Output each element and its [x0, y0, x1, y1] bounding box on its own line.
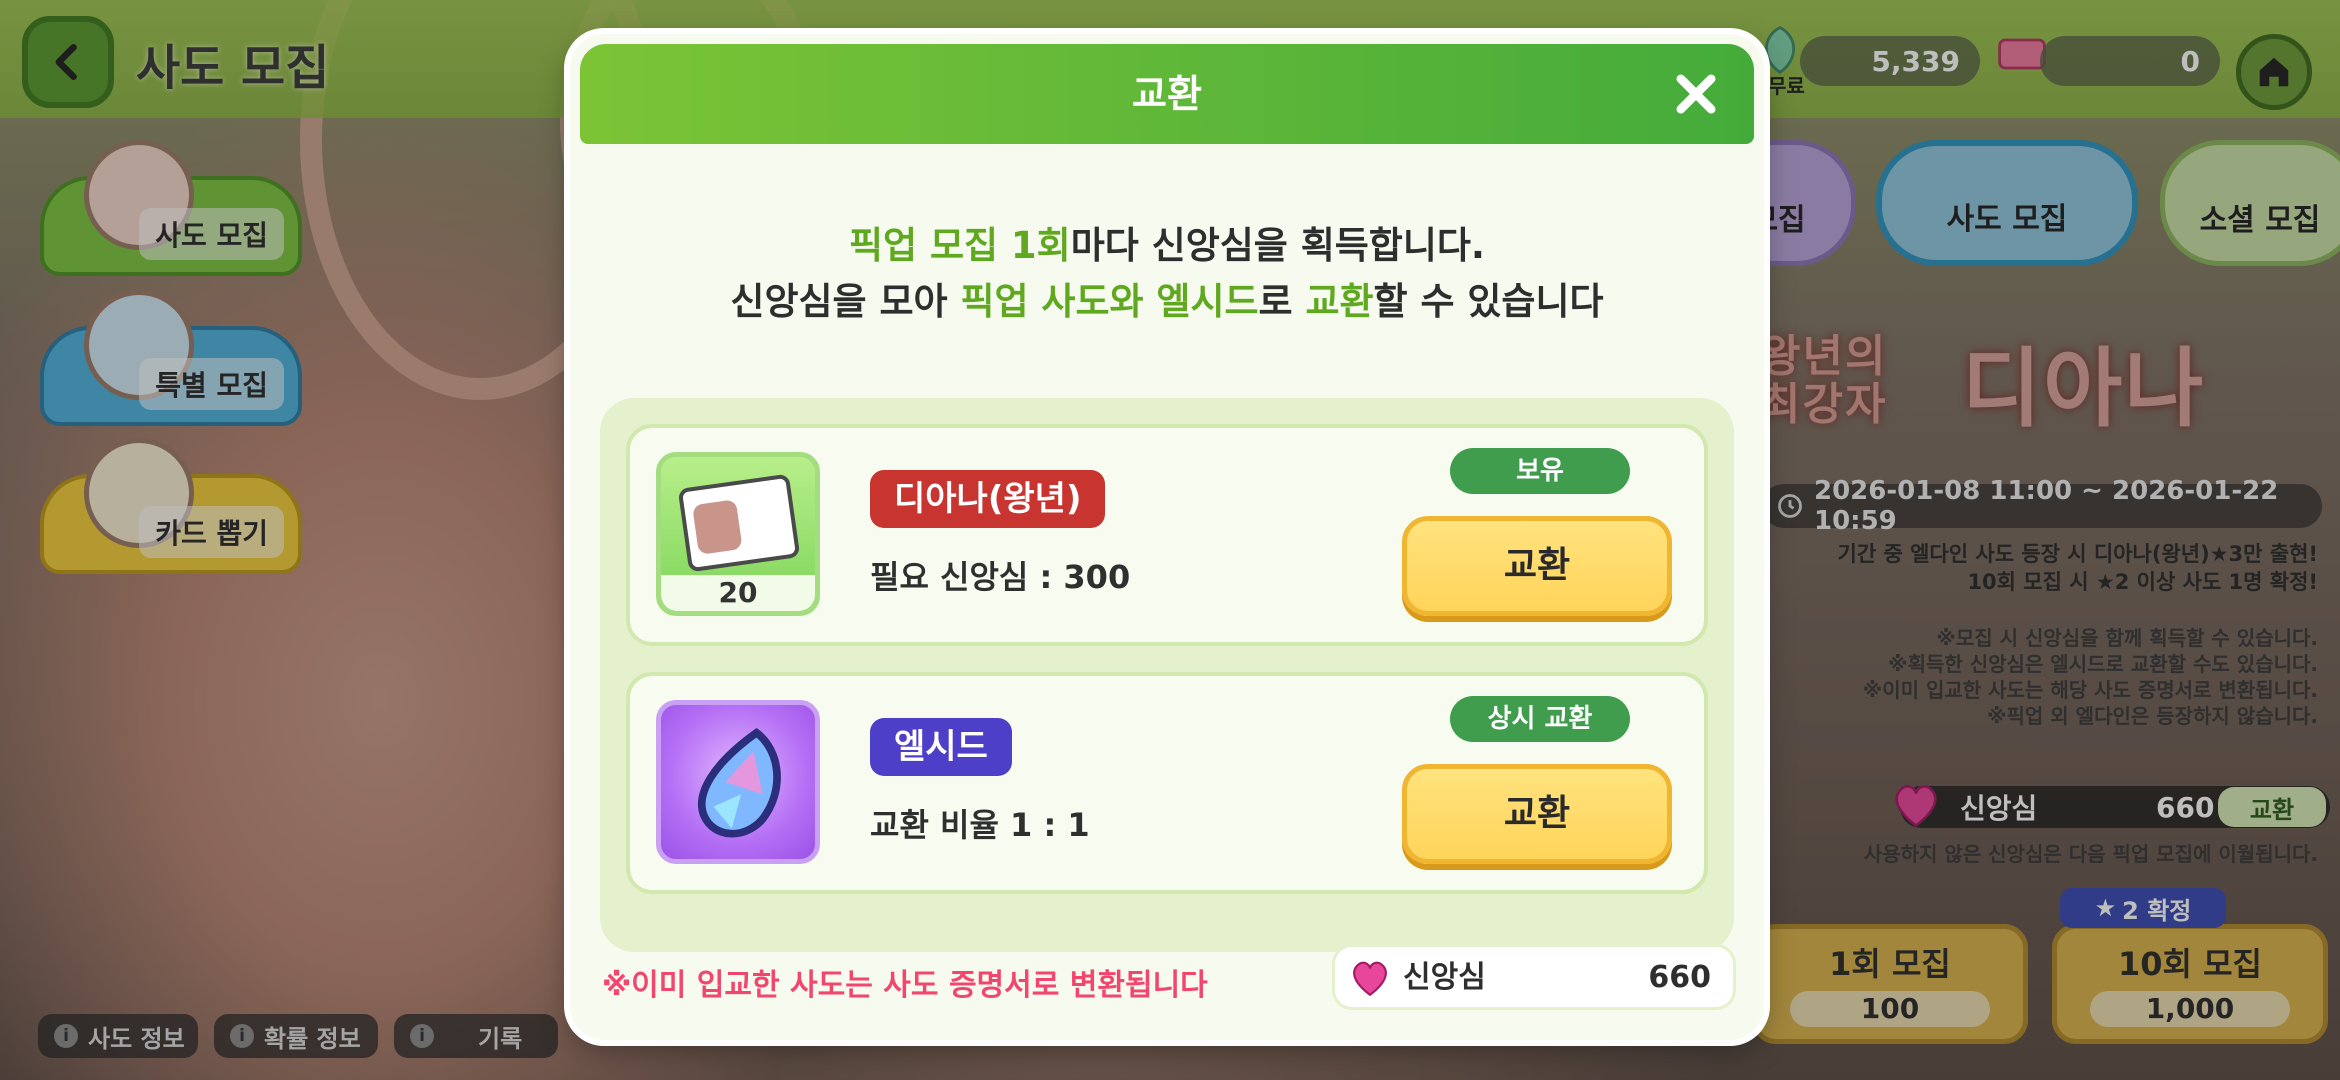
- apostle-certificate-icon: 20: [656, 452, 820, 616]
- exchange-modal: 교환 픽업 모집 1회마다 신앙심을 획득합니다. 신앙심을 모아 픽업 사도와…: [570, 34, 1764, 1040]
- modal-title: 교환: [1132, 72, 1202, 116]
- item-name: 디아나(왕년): [870, 470, 1106, 528]
- desc-highlight: 교환: [1305, 280, 1374, 323]
- desc-highlight: 픽업 모집 1회: [849, 224, 1071, 267]
- desc-text: 신앙심을 모아: [730, 280, 961, 323]
- balance-value: 660: [1648, 960, 1711, 995]
- owned-badge: 보유: [1450, 448, 1630, 494]
- exchange-ratio: 교환 비율 1 : 1: [870, 806, 1090, 844]
- faith-balance: 신앙심 660: [1332, 944, 1736, 1010]
- item-count: 20: [661, 575, 815, 611]
- desc-text: 로: [1258, 280, 1306, 323]
- desc-highlight: 픽업 사도와 엘시드: [960, 280, 1259, 323]
- exchange-button[interactable]: 교환: [1402, 764, 1672, 864]
- modal-header: 교환: [580, 44, 1754, 144]
- certificate-card: [677, 473, 801, 573]
- exchange-item-diana: 20 디아나(왕년) 필요 신앙심 : 300 보유 교환: [626, 424, 1708, 646]
- conversion-notice: ※이미 입교한 사도는 사도 증명서로 변환됩니다: [602, 968, 1208, 1003]
- exchange-button[interactable]: 교환: [1402, 516, 1672, 616]
- heart-icon: [1353, 961, 1387, 997]
- exchange-item-elseed: 엘시드 교환 비율 1 : 1 상시 교환 교환: [626, 672, 1708, 894]
- crystal-icon: [697, 727, 781, 838]
- desc-text: 마다 신앙심을 획득합니다.: [1070, 224, 1485, 267]
- close-icon[interactable]: [1670, 68, 1722, 120]
- desc-text: 할 수 있습니다: [1373, 280, 1604, 323]
- item-name: 엘시드: [870, 718, 1012, 776]
- modal-description: 픽업 모집 1회마다 신앙심을 획득합니다. 신앙심을 모아 픽업 사도와 엘시…: [570, 218, 1764, 330]
- always-exchange-badge: 상시 교환: [1450, 696, 1630, 742]
- exchange-list: 20 디아나(왕년) 필요 신앙심 : 300 보유 교환 엘시드 교환 비율 …: [600, 398, 1734, 952]
- balance-label: 신앙심: [1403, 960, 1486, 995]
- description-line-2: 신앙심을 모아 픽업 사도와 엘시드로 교환할 수 있습니다: [570, 274, 1764, 330]
- description-line-1: 픽업 모집 1회마다 신앙심을 획득합니다.: [570, 218, 1764, 274]
- elseed-crystal-icon: [656, 700, 820, 864]
- portrait: [692, 499, 743, 555]
- item-cost: 필요 신앙심 : 300: [870, 558, 1131, 596]
